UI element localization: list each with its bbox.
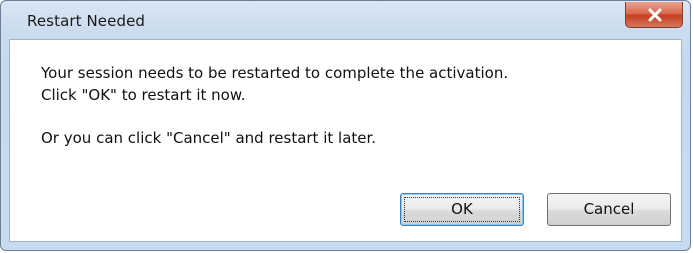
focus-ring	[404, 197, 520, 222]
close-button[interactable]	[625, 2, 683, 28]
message-line-2: Click "OK" to restart it now.	[41, 86, 246, 104]
cancel-button-label: Cancel	[583, 200, 635, 218]
ok-button[interactable]: OK	[400, 193, 524, 226]
message-line-3: Or you can click "Cancel" and restart it…	[41, 129, 377, 147]
dialog-title: Restart Needed	[27, 12, 146, 30]
cancel-button[interactable]: Cancel	[547, 193, 671, 226]
close-icon	[648, 8, 662, 22]
message-line-1: Your session needs to be restarted to co…	[41, 64, 509, 82]
